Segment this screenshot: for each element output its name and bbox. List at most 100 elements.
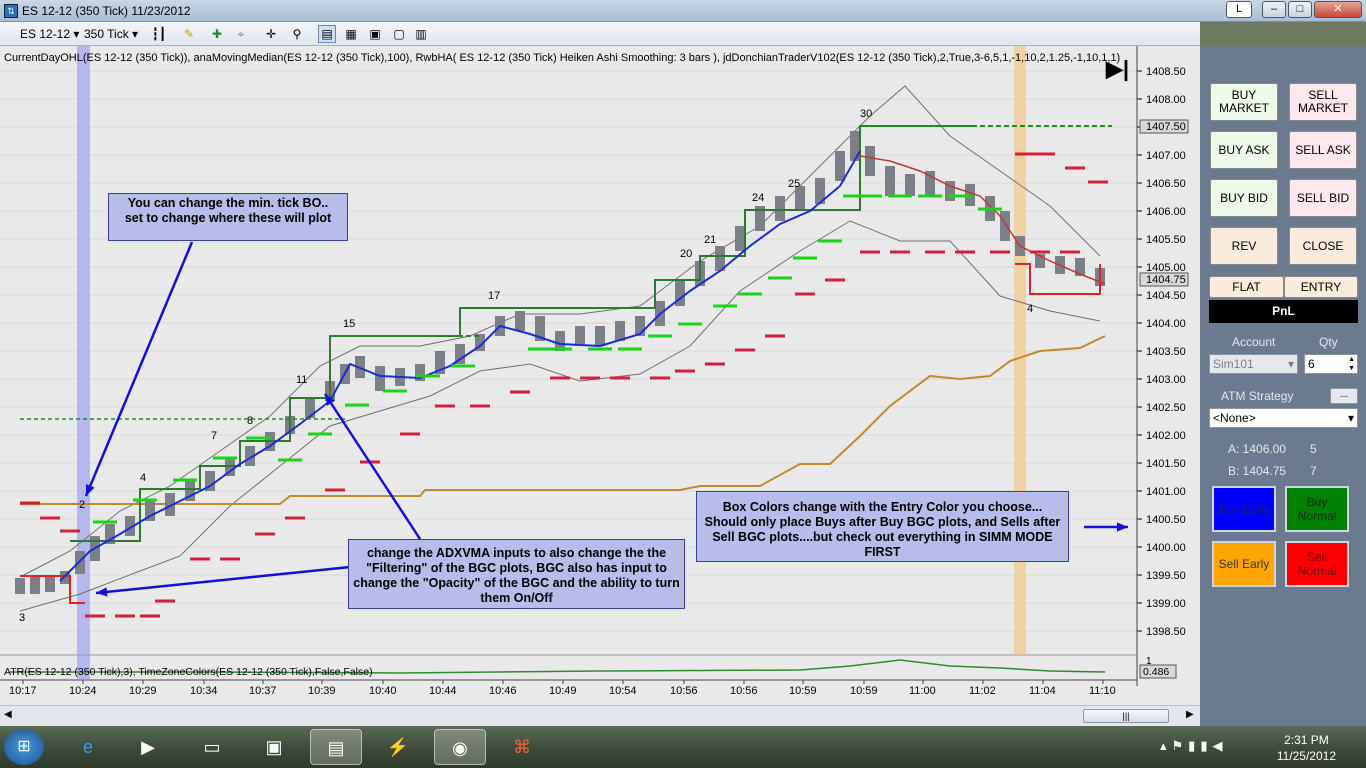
heiken-ashi-candle: [835, 151, 845, 181]
price-axis-label: 1398.50: [1146, 626, 1186, 638]
atm-more-button[interactable]: ...: [1330, 388, 1358, 404]
draw-pencil-icon[interactable]: ✎: [180, 25, 198, 43]
price-axis-label: 1401.00: [1146, 486, 1186, 498]
heiken-ashi-candle: [75, 551, 85, 574]
firefox-icon[interactable]: ◉: [434, 729, 486, 765]
adxvma-arrow-2: [95, 565, 351, 595]
tray-icons[interactable]: ▴⚑▮▮◀: [1160, 738, 1228, 754]
price-axis-label: 1404.00: [1146, 318, 1186, 330]
interval-selector[interactable]: 350 Tick ▾: [84, 25, 138, 43]
time-axis-label: 10:54: [609, 685, 637, 697]
sell-market-button[interactable]: SELL MARKET: [1289, 83, 1357, 121]
media-player-icon[interactable]: ▶: [122, 729, 174, 765]
minimize-button[interactable]: –: [1262, 1, 1286, 18]
qty-label: Qty: [1319, 335, 1338, 349]
time-axis-label: 10:34: [190, 685, 218, 697]
swing-count-label: 4: [140, 472, 146, 484]
adxvma-down-line: [859, 155, 1106, 285]
buy-market-button[interactable]: BUY MARKET: [1210, 83, 1278, 121]
chart-properties-icon[interactable]: ▣: [366, 25, 384, 43]
pnl-display: PnL: [1209, 300, 1358, 323]
heiken-ashi-candle: [885, 166, 895, 196]
remove-draw-icon[interactable]: ⌖: [232, 25, 250, 43]
sell-ask-button[interactable]: SELL ASK: [1289, 131, 1357, 169]
bar-type-icon[interactable]: ┇┃: [150, 25, 168, 43]
system-clock[interactable]: 2:31 PM 11/25/2012: [1277, 732, 1336, 764]
crosshair-icon[interactable]: ✛: [262, 25, 280, 43]
horizontal-scrollbar[interactable]: ◀ ||| ▶: [0, 705, 1200, 725]
chart-trader-icon[interactable]: ▤: [318, 25, 336, 43]
buy-normal-color-button[interactable]: Buy Normal: [1285, 486, 1349, 532]
price-axis-label: 1405.50: [1146, 234, 1186, 246]
zoom-icon[interactable]: ⚲: [288, 25, 306, 43]
instrument-label: ES 12-12: [20, 27, 71, 41]
bid-price: B: 1404.75: [1228, 464, 1287, 478]
swing-count-label: 17: [488, 290, 500, 302]
close-position-button[interactable]: CLOSE: [1289, 227, 1357, 265]
atm-strategy-select[interactable]: <None> ▾: [1209, 408, 1358, 428]
sell-bid-button[interactable]: SELL BID: [1289, 179, 1357, 217]
price-axis-label: 1407.00: [1146, 150, 1186, 162]
ask-size: 5: [1310, 442, 1317, 456]
price-axis-label: 1408.00: [1146, 94, 1186, 106]
maximize-button[interactable]: □: [1288, 1, 1312, 18]
price-chart[interactable]: 1408.50 1408.00 1407.50 1407.00 1406.50 1406.…: [0, 46, 1200, 726]
account-label: Account: [1232, 335, 1276, 349]
heiken-ashi-candle: [515, 311, 525, 331]
folder-icon[interactable]: ▭: [186, 729, 238, 765]
last-price-marker-label: 1404.75: [1146, 274, 1186, 286]
heiken-ashi-candle: [735, 226, 745, 251]
ninjatrader-icon[interactable]: ⌘: [496, 729, 548, 765]
explorer-icon[interactable]: ▤: [310, 729, 362, 765]
toolbox-icon[interactable]: ▣: [248, 729, 300, 765]
time-axis-label: 10:49: [549, 685, 577, 697]
scroll-left-icon[interactable]: ◀: [4, 709, 12, 720]
time-axis-label: 11:04: [1029, 685, 1056, 697]
instrument-selector[interactable]: ES 12-12 ▾: [20, 25, 79, 43]
account-select[interactable]: Sim101 ▾: [1209, 354, 1298, 374]
atm-strategy-label: ATM Strategy: [1221, 389, 1294, 403]
ask-price: A: 1406.00: [1228, 442, 1287, 456]
buy-ask-button[interactable]: BUY ASK: [1210, 131, 1278, 169]
start-button-icon[interactable]: ⊞: [4, 729, 44, 765]
heiken-ashi-candle: [305, 398, 315, 418]
sell-early-color-button[interactable]: Sell Early: [1212, 541, 1276, 587]
qty-input[interactable]: 6 ▲ ▼: [1304, 354, 1358, 374]
data-box-icon[interactable]: ▢: [390, 25, 408, 43]
buy-early-color-button[interactable]: Buy Early: [1212, 486, 1276, 532]
interval-label: 350 Tick: [84, 27, 129, 41]
timezone-band-blue: [77, 46, 90, 679]
internet-explorer-icon[interactable]: e: [62, 729, 114, 765]
heiken-ashi-candle: [905, 174, 915, 196]
swing-count-label: 24: [752, 192, 764, 204]
scrollbar-thumb[interactable]: |||: [1083, 709, 1169, 723]
winamp-icon[interactable]: ⚡: [372, 729, 424, 765]
sell-normal-color-button[interactable]: Sell Normal: [1285, 541, 1349, 587]
price-axis-label: 1400.50: [1146, 514, 1186, 526]
price-axis-label: 1399.00: [1146, 598, 1186, 610]
add-indicator-icon[interactable]: ✚: [208, 25, 226, 43]
annotation-tick-bo: You can change the min. tick BO.. set to…: [108, 193, 348, 241]
buy-bid-button[interactable]: BUY BID: [1210, 179, 1278, 217]
strategy-icon[interactable]: ▦: [342, 25, 360, 43]
price-axis-label: 1404.50: [1146, 290, 1186, 302]
app-icon: ⇅: [4, 4, 18, 18]
price-axis-label: 1402.50: [1146, 402, 1186, 414]
tick-bo-arrow: [84, 241, 194, 497]
close-window-button[interactable]: ✕: [1314, 1, 1362, 18]
reverse-button[interactable]: REV: [1210, 227, 1278, 265]
restore-badge[interactable]: L: [1226, 1, 1252, 18]
swing-count-label: 4: [1027, 303, 1033, 315]
price-axis-label: 1405.00: [1146, 262, 1186, 274]
atr-value-label: 0.486: [1143, 666, 1169, 678]
flat-button[interactable]: FLAT: [1209, 276, 1284, 298]
scroll-right-icon[interactable]: ▶: [1186, 709, 1194, 720]
entry-button[interactable]: ENTRY: [1284, 276, 1358, 298]
lower-indicator-legend: ATR(ES 12-12 (350 Tick),3), TimeZoneColo…: [4, 666, 373, 678]
heiken-ashi-candle: [15, 578, 25, 594]
clock-date: 11/25/2012: [1276, 749, 1336, 763]
tick-bo-arrow-head: [85, 484, 95, 496]
time-axis-label: 10:29: [129, 685, 157, 697]
snapshot-icon[interactable]: ▥: [412, 25, 430, 43]
time-axis-label: 10:46: [489, 685, 517, 697]
